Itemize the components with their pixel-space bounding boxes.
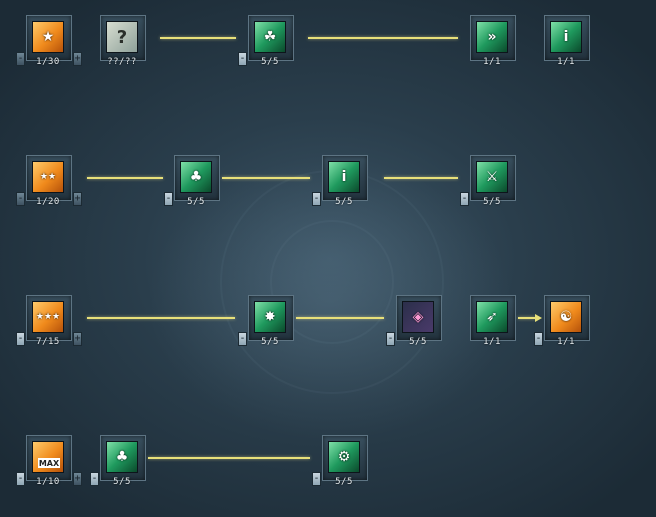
connector-line [384,177,458,179]
green-info-icon: i [328,161,360,193]
green-info-icon: i [550,21,582,53]
skill-level-label: 7/15 [36,337,60,347]
skill-slot[interactable]: ♣ [100,435,146,481]
skill-level-label: 1/1 [557,57,575,67]
skill-slot[interactable]: ★★★ [26,295,72,341]
green-group-icon: ♣ [180,161,212,193]
green-skill-icon: ☘ [254,21,286,53]
skill-slot[interactable]: ⚙ [322,435,368,481]
connector-arrow-icon [535,314,542,322]
skill-slot[interactable]: ? [100,15,146,61]
skill-slot[interactable]: ☘ [248,15,294,61]
orange-star-sword-icon: ★ [32,21,64,53]
skill-level-label: 5/5 [113,477,131,487]
connector-line [308,37,458,39]
skill-slot[interactable]: » [470,15,516,61]
skill-slot[interactable]: ♣ [174,155,220,201]
skill-level-label: 1/30 [36,57,60,67]
skill-slot[interactable]: ⚔ [470,155,516,201]
skill-level-label: 1/1 [483,57,501,67]
skill-level-label: 1/1 [483,337,501,347]
skill-level-label: 5/5 [409,337,427,347]
skill-slot[interactable]: ☯ [544,295,590,341]
skill-level-label: 1/10 [36,477,60,487]
question-mark-icon: ? [106,21,138,53]
orange-meditation-icon: ☯ [550,301,582,333]
skill-level-label: ??/?? [107,57,137,67]
skill-slot[interactable]: i [322,155,368,201]
connector-line [518,317,536,319]
skill-slot[interactable]: ➶ [470,295,516,341]
green-dash-icon: » [476,21,508,53]
green-runner-icon: ➶ [476,301,508,333]
skill-level-label: 5/5 [335,197,353,207]
skill-level-label: 1/1 [557,337,575,347]
green-burst-icon: ✸ [254,301,286,333]
skill-slot[interactable]: ★ [26,15,72,61]
skill-level-label: 5/5 [335,477,353,487]
orange-three-star-sword-icon: ★★★ [32,301,64,333]
orange-max-icon: MAX [32,441,64,473]
connector-line [87,317,235,319]
connector-line [160,37,236,39]
skill-slot[interactable]: ★★ [26,155,72,201]
pink-shield-icon: ◈ [402,301,434,333]
skill-slot[interactable]: ◈ [396,295,442,341]
connector-line [222,177,310,179]
skill-level-label: 5/5 [187,197,205,207]
skill-level-label: 5/5 [261,57,279,67]
skill-level-label: 5/5 [483,197,501,207]
skill-slot[interactable]: ✸ [248,295,294,341]
skill-slot[interactable]: MAX [26,435,72,481]
orange-two-star-sword-icon: ★★ [32,161,64,193]
green-sword-icon: ⚔ [476,161,508,193]
connector-line [87,177,163,179]
green-gear-icon: ⚙ [328,441,360,473]
skill-slot[interactable]: i [544,15,590,61]
skill-level-label: 1/20 [36,197,60,207]
connector-line [148,457,310,459]
green-crowd-icon: ♣ [106,441,138,473]
connector-line [296,317,384,319]
skill-level-label: 5/5 [261,337,279,347]
